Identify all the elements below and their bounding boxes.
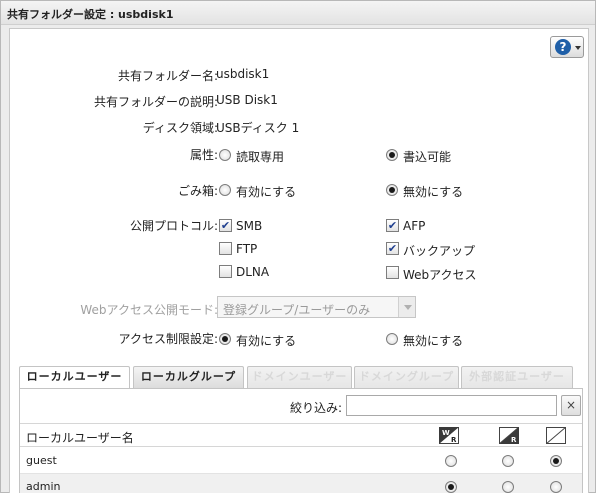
perm-read-write-radio[interactable]: [445, 455, 457, 467]
svg-text:R: R: [451, 436, 457, 444]
checkbox[interactable]: ✔: [386, 242, 399, 255]
chevron-down-icon: [575, 46, 581, 50]
folder-description-label: 共有フォルダーの説明:: [93, 95, 218, 109]
perm-read-only-radio[interactable]: [502, 455, 514, 467]
perm-no-access-radio[interactable]: [550, 455, 562, 467]
user-name: guest: [26, 454, 57, 467]
filter-input[interactable]: [346, 395, 557, 416]
radio-button[interactable]: [219, 184, 231, 196]
folder-description-value: USB Disk1: [216, 93, 278, 107]
column-local-user-name: ローカルユーザー名: [26, 431, 134, 445]
filter-label: 絞り込み:: [290, 401, 343, 415]
protocols-label: 公開プロトコル:: [129, 219, 218, 233]
shared-folder-settings-dialog: 共有フォルダー設定 : usbdisk1 ? 共有フォルダー名: usbdisk…: [0, 0, 596, 493]
radio-label: 有効にする: [236, 185, 297, 199]
perm-no-access-radio[interactable]: [550, 481, 562, 493]
radio-button[interactable]: [386, 149, 398, 161]
checkbox[interactable]: ✔: [386, 219, 399, 232]
checkbox[interactable]: [219, 242, 232, 255]
read-write-icon: W R: [439, 427, 459, 444]
perm-read-only-radio[interactable]: [502, 481, 514, 493]
svg-text:W: W: [442, 429, 450, 437]
radio-button[interactable]: [219, 149, 231, 161]
svg-text:R: R: [511, 436, 517, 444]
user-name: admin: [26, 480, 61, 493]
table-row[interactable]: admin: [20, 474, 582, 493]
settings-panel: ? 共有フォルダー名: usbdisk1 共有フォルダーの説明: USB Dis…: [9, 28, 589, 493]
radio-label: 有効にする: [236, 334, 297, 348]
disk-volume-value: USBディスク 1: [216, 121, 300, 135]
checkbox-label: SMB: [236, 219, 263, 233]
access-restriction-label: アクセス制限設定:: [118, 332, 218, 346]
checkbox-label: AFP: [403, 219, 426, 233]
checkbox[interactable]: ✔: [219, 219, 232, 232]
tab-local-users[interactable]: ローカルユーザー: [19, 366, 130, 389]
radio-label: 無効にする: [403, 185, 464, 199]
user-table-header: ローカルユーザー名 W R R: [20, 423, 582, 447]
radio-button[interactable]: [219, 333, 231, 345]
local-users-tab-panel: 絞り込み: × ローカルユーザー名 W R R guest admin: [19, 388, 583, 493]
tab-domain-groups: ドメイングループ: [354, 366, 459, 388]
tab-local-groups[interactable]: ローカルグループ: [133, 366, 244, 388]
trash-label: ごみ箱:: [177, 184, 218, 198]
web-access-mode-select: 登録グループ/ユーザーのみ: [217, 296, 416, 318]
tab-domain-users: ドメインユーザー: [247, 366, 352, 388]
dialog-title: 共有フォルダー設定 : usbdisk1: [7, 8, 174, 21]
radio-button[interactable]: [386, 184, 398, 196]
table-row[interactable]: guest: [20, 448, 582, 474]
checkbox[interactable]: [386, 266, 399, 279]
checkbox[interactable]: [219, 265, 232, 278]
disk-volume-label: ディスク領域:: [142, 121, 218, 135]
checkbox-label: DLNA: [236, 265, 270, 279]
tab-external-auth-users: 外部認証ユーザー: [461, 366, 573, 388]
web-access-mode-value: 登録グループ/ユーザーのみ: [223, 303, 371, 317]
radio-label: 書込可能: [403, 150, 452, 164]
checkbox-label: Webアクセス: [403, 268, 477, 282]
help-button[interactable]: ?: [550, 36, 584, 58]
radio-label: 読取専用: [236, 150, 285, 164]
checkbox-label: FTP: [236, 242, 258, 256]
web-access-mode-label: Webアクセス公開モード:: [80, 303, 218, 317]
folder-name-label: 共有フォルダー名:: [117, 69, 218, 83]
chevron-down-icon: [398, 297, 415, 317]
radio-label: 無効にする: [403, 334, 464, 348]
checkbox-label: バックアップ: [403, 244, 476, 258]
dialog-titlebar[interactable]: 共有フォルダー設定 : usbdisk1: [1, 1, 595, 25]
help-icon: ?: [555, 39, 571, 55]
no-access-icon: [546, 427, 566, 444]
attribute-label: 属性:: [189, 148, 218, 162]
perm-read-write-radio[interactable]: [445, 481, 457, 493]
folder-name-value: usbdisk1: [216, 67, 270, 81]
clear-filter-button[interactable]: ×: [561, 395, 581, 416]
radio-button[interactable]: [386, 333, 398, 345]
read-only-icon: R: [499, 427, 519, 444]
user-group-tabs: ローカルユーザー ローカルグループ ドメインユーザー ドメイングループ 外部認証…: [19, 366, 583, 389]
